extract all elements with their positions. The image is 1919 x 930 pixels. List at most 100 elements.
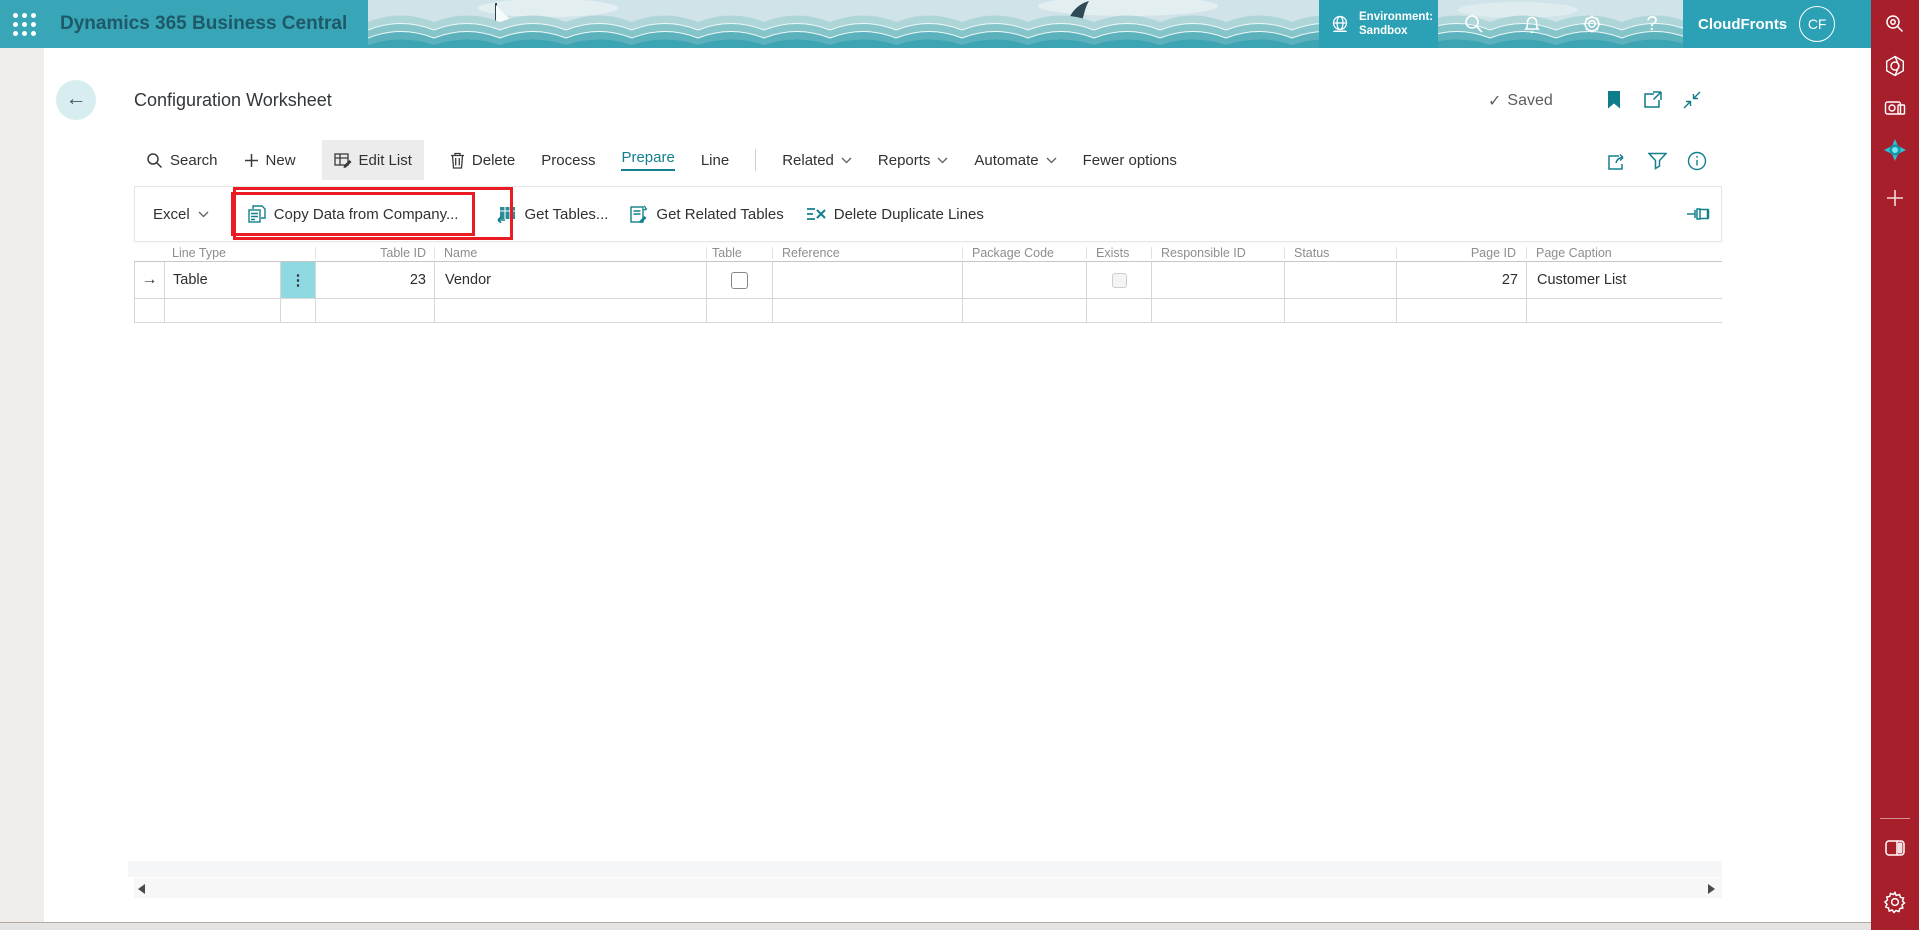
back-arrow-icon: ← <box>66 87 87 111</box>
delete-action[interactable]: Delete <box>450 140 515 180</box>
row-menu-cell[interactable]: ⋮ <box>281 262 316 298</box>
back-button[interactable]: ← <box>56 80 96 120</box>
header-separator <box>315 247 316 259</box>
column-header-table[interactable]: Table <box>712 244 767 262</box>
table-checkbox[interactable] <box>731 272 748 289</box>
bookmark-icon <box>1607 91 1621 109</box>
app-launcher-button[interactable] <box>0 0 48 48</box>
hexagon-tool-button[interactable] <box>1871 46 1919 86</box>
column-header-line-type[interactable]: Line Type <box>172 244 312 262</box>
header-separator <box>706 247 707 259</box>
automate-menu[interactable]: Automate <box>974 140 1056 180</box>
action-bar: Search New Edit List Delete <box>146 140 1177 180</box>
delete-duplicate-lines-button[interactable]: Delete Duplicate Lines <box>806 206 984 223</box>
exists-checkbox-cell <box>1087 262 1152 298</box>
hexagon-play-icon <box>1884 55 1906 77</box>
page-info-button[interactable] <box>1686 150 1708 172</box>
inspect-zoom-button[interactable] <box>1871 4 1919 44</box>
open-in-new-window-button[interactable] <box>1641 88 1665 112</box>
column-header-table-id[interactable]: Table ID <box>315 244 426 262</box>
process-label: Process <box>541 152 595 169</box>
cyan-gem-icon <box>1883 138 1907 162</box>
bookmark-button[interactable] <box>1602 88 1626 112</box>
column-header-responsible-id[interactable]: Responsible ID <box>1161 244 1279 262</box>
related-menu[interactable]: Related <box>782 140 852 180</box>
responsible-id-cell[interactable] <box>1152 262 1285 298</box>
filter-icon <box>1648 152 1667 170</box>
line-type-cell[interactable]: Table <box>165 262 281 298</box>
pushpin-icon <box>1686 205 1712 223</box>
account-menu[interactable]: CloudFronts CF <box>1683 0 1871 48</box>
rail-settings-button[interactable] <box>1871 882 1919 922</box>
save-status-label: Saved <box>1507 92 1552 110</box>
column-header-status[interactable]: Status <box>1294 244 1390 262</box>
info-icon <box>1687 151 1707 171</box>
grid-bottom-band <box>128 861 1722 877</box>
name-cell[interactable]: Vendor <box>435 262 707 298</box>
column-header-reference[interactable]: Reference <box>782 244 954 262</box>
environment-badge: Environment: Sandbox <box>1319 0 1438 48</box>
page-id-cell[interactable]: 27 <box>1397 262 1527 298</box>
fewer-options-action[interactable]: Fewer options <box>1083 140 1177 180</box>
header-separator <box>434 247 435 259</box>
get-tables-button[interactable]: Get Tables... <box>497 206 608 223</box>
reference-cell[interactable] <box>773 262 963 298</box>
screen-capture-button[interactable] <box>1871 88 1919 128</box>
get-related-tables-button[interactable]: Get Related Tables <box>630 205 783 223</box>
help-button[interactable]: ? <box>1630 0 1674 48</box>
search-action[interactable]: Search <box>146 140 218 180</box>
line-type-value: Table <box>173 272 208 288</box>
document-edit-icon <box>630 205 648 223</box>
column-header-name[interactable]: Name <box>444 244 699 262</box>
lines-delete-icon <box>806 206 826 222</box>
column-header-package-code[interactable]: Package Code <box>972 244 1080 262</box>
excel-menu[interactable]: Excel <box>153 206 209 223</box>
get-related-tables-label: Get Related Tables <box>656 206 783 223</box>
column-header-exists[interactable]: Exists <box>1096 244 1146 262</box>
package-code-cell[interactable] <box>963 262 1087 298</box>
scrollbar-right-arrow[interactable] <box>1708 884 1715 894</box>
share-button[interactable] <box>1606 150 1628 172</box>
edit-list-action[interactable]: Edit List <box>322 140 424 180</box>
check-icon: ✓ <box>1488 91 1501 111</box>
column-header-page-id[interactable]: Page ID <box>1396 244 1516 262</box>
reports-menu[interactable]: Reports <box>878 140 949 180</box>
gem-extension-button[interactable] <box>1871 130 1919 170</box>
edit-table-icon <box>334 152 352 168</box>
screen-capture-icon <box>1884 98 1906 118</box>
gear-icon <box>1883 890 1907 914</box>
table-empty-row[interactable] <box>134 299 1722 323</box>
new-action[interactable]: New <box>244 140 296 180</box>
filter-button[interactable] <box>1646 150 1668 172</box>
collapse-page-button[interactable] <box>1680 88 1704 112</box>
page-caption-cell[interactable]: Customer List <box>1527 262 1723 298</box>
side-panel-toggle-button[interactable] <box>1871 828 1919 868</box>
notifications-button[interactable] <box>1510 0 1554 48</box>
line-menu[interactable]: Line <box>701 140 729 180</box>
reports-label: Reports <box>878 152 931 169</box>
save-status: ✓ Saved <box>1488 91 1553 111</box>
question-mark-icon: ? <box>1646 13 1657 36</box>
row-indicator-cell: → <box>135 262 165 298</box>
copy-data-from-company-button[interactable]: Copy Data from Company... <box>248 205 459 223</box>
pin-toolbar-button[interactable] <box>1684 200 1714 228</box>
status-cell[interactable] <box>1285 262 1397 298</box>
share-icon <box>1607 152 1628 171</box>
get-tables-label: Get Tables... <box>524 206 608 223</box>
avatar: CF <box>1799 6 1835 42</box>
line-label: Line <box>701 152 729 169</box>
topbar-search-button[interactable] <box>1452 0 1496 48</box>
copy-pages-icon <box>248 205 266 223</box>
prepare-menu[interactable]: Prepare <box>621 140 674 180</box>
header-separator <box>1526 247 1527 259</box>
scrollbar-left-arrow[interactable] <box>138 884 145 894</box>
add-extension-button[interactable] <box>1871 178 1919 218</box>
process-menu[interactable]: Process <box>541 140 595 180</box>
column-header-page-caption[interactable]: Page Caption <box>1536 244 1716 262</box>
page-title: Configuration Worksheet <box>134 90 332 111</box>
settings-button[interactable] <box>1570 0 1614 48</box>
horizontal-scrollbar[interactable] <box>134 878 1722 898</box>
globe-icon <box>1329 13 1351 35</box>
table-id-cell[interactable]: 23 <box>316 262 435 298</box>
app-title: Dynamics 365 Business Central <box>60 0 347 48</box>
